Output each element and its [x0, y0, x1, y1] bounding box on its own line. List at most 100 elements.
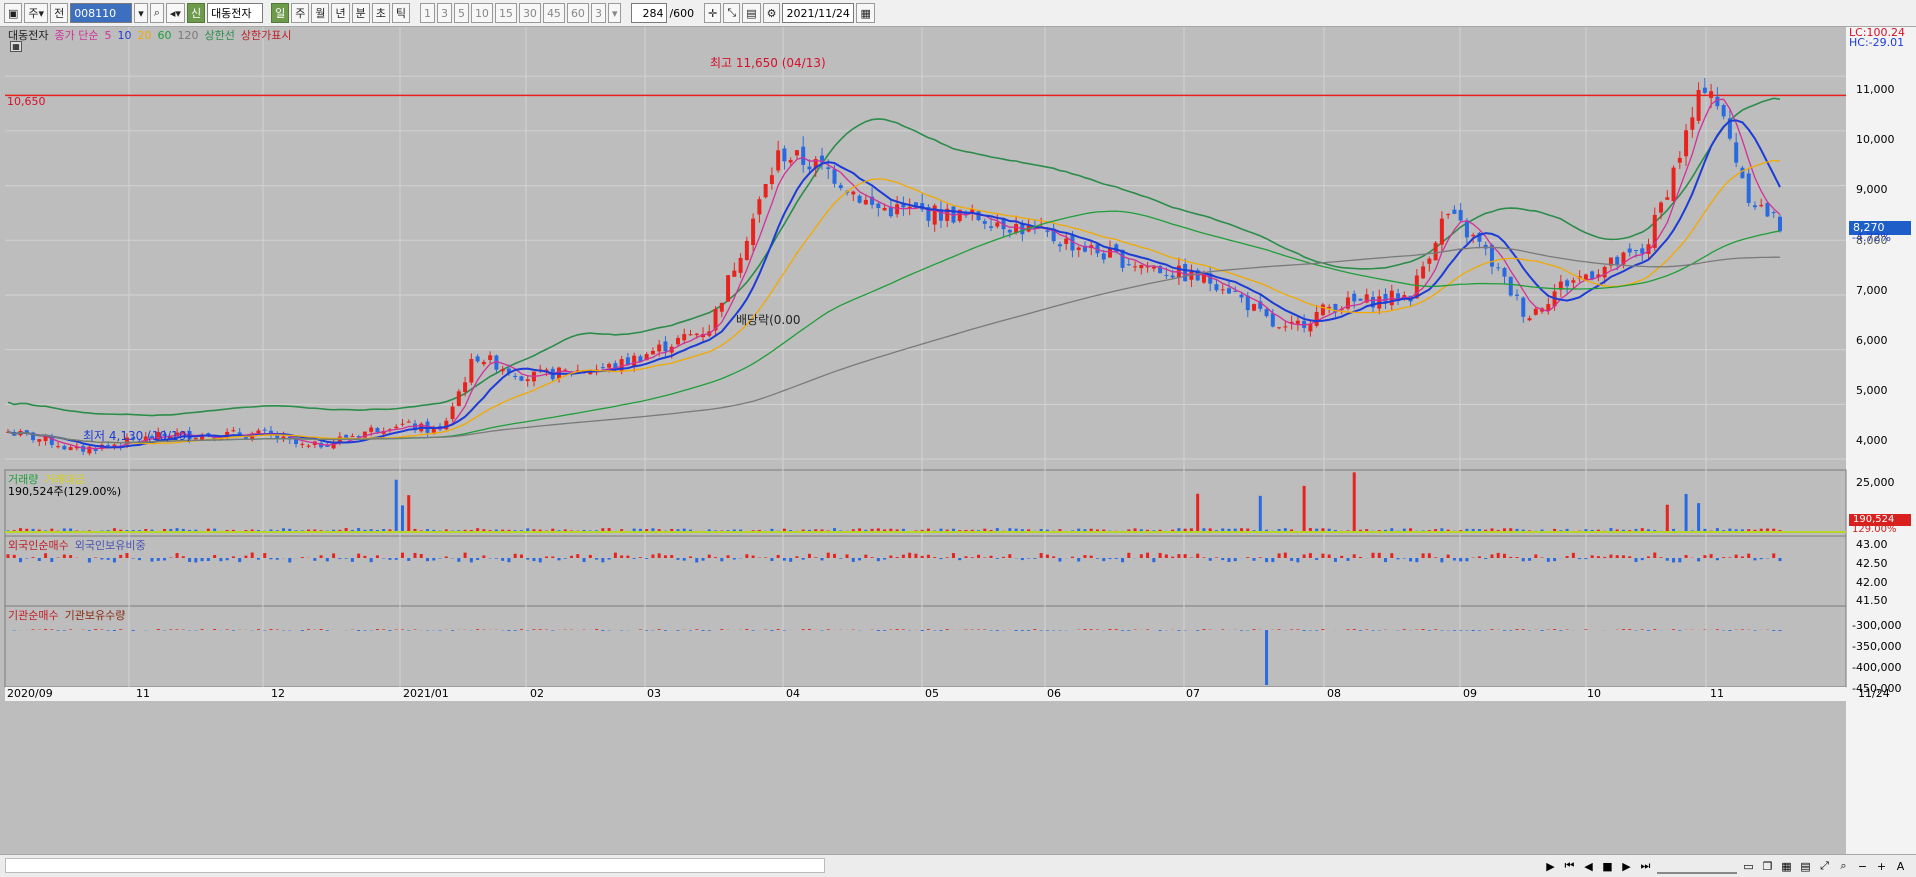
- candle-body: [757, 199, 762, 215]
- tab-period-day[interactable]: 일: [271, 3, 290, 23]
- sound-icon[interactable]: ◂▾: [165, 3, 185, 23]
- period-unit-select[interactable]: 주 ▾: [24, 3, 49, 23]
- interval-5[interactable]: 5: [453, 3, 469, 23]
- next-page-icon[interactable]: ▶: [1619, 859, 1634, 874]
- zoom-icon[interactable]: ⌕: [1836, 859, 1851, 874]
- foreign-bar: [851, 558, 855, 562]
- inst-bar: [382, 629, 386, 630]
- foreign-bar: [538, 558, 542, 563]
- horizontal-scrollbar[interactable]: [5, 858, 825, 873]
- foreign-bar: [557, 558, 561, 561]
- code-dropdown-icon[interactable]: ▾: [134, 3, 148, 23]
- tile-icon[interactable]: ▤: [1798, 859, 1813, 874]
- foreign-bar: [194, 558, 198, 563]
- zoom-out-icon[interactable]: −: [1855, 859, 1870, 874]
- interval-custom[interactable]: 3: [590, 3, 606, 23]
- candle-body: [469, 358, 474, 383]
- stock-name-field[interactable]: 대동전자: [207, 3, 264, 23]
- foreign-bar: [50, 558, 54, 562]
- foreign-bar: [1102, 558, 1106, 562]
- layout-icon[interactable]: ▣: [4, 3, 23, 23]
- window-icon[interactable]: ▭: [1741, 859, 1756, 874]
- foreign-bar: [595, 558, 599, 560]
- tab-period-year[interactable]: 년: [331, 3, 350, 23]
- inst-bar: [1265, 630, 1269, 685]
- foreign-bar: [494, 558, 498, 559]
- legend-upper-limit: 상한가표시: [240, 29, 292, 42]
- foreign-bar: [908, 552, 912, 558]
- interval-30[interactable]: 30: [518, 3, 541, 23]
- expand-icon[interactable]: ⤢: [1817, 859, 1832, 874]
- interval-15[interactable]: 15: [494, 3, 517, 23]
- copy-icon[interactable]: ❐: [1760, 859, 1775, 874]
- calendar-icon[interactable]: ▦: [856, 3, 875, 23]
- chart-area[interactable]: 대동전자 종가 단순 5 10 20 60 120 상한선 상한가표시 ▦ LC…: [0, 27, 1916, 854]
- stop-icon[interactable]: ■: [1600, 859, 1615, 874]
- inst-bar: [200, 629, 204, 630]
- foreign-bar: [682, 558, 686, 561]
- foreign-bar: [570, 555, 574, 558]
- foreign-bar: [1283, 552, 1287, 558]
- foreign-bar: [319, 555, 323, 558]
- grid-toggle-icon[interactable]: ▦: [10, 41, 22, 52]
- foreign-bar: [1678, 558, 1682, 563]
- count-input[interactable]: 284: [631, 3, 668, 23]
- view-mode-button[interactable]: 전: [50, 3, 69, 23]
- candle-body: [788, 160, 793, 163]
- x-axis-right-label: 11/24: [1858, 687, 1890, 700]
- settings-icon[interactable]: ⚙: [762, 3, 781, 23]
- inst-bar: [1490, 629, 1494, 630]
- crosshair-icon[interactable]: ✛: [704, 3, 722, 23]
- foreign-bar: [1427, 553, 1431, 558]
- foreign-bar: [156, 558, 160, 561]
- prev-page-icon[interactable]: ◀: [1581, 859, 1596, 874]
- foreign-bar: [400, 552, 404, 558]
- inst-bar: [1039, 630, 1043, 631]
- interval-1[interactable]: 1: [419, 3, 435, 23]
- inst-legend: 기관순매수 기관보유수량: [8, 607, 125, 623]
- draw-tool-icon[interactable]: ⤡: [723, 3, 741, 23]
- foreign-bar: [1421, 553, 1425, 558]
- inst-bar: [895, 629, 899, 630]
- candle-body: [450, 406, 455, 420]
- foreign-bar: [1045, 554, 1049, 558]
- date-input[interactable]: 2021/11/24: [782, 3, 855, 23]
- interval-45[interactable]: 45: [542, 3, 565, 23]
- first-page-icon[interactable]: ⏮: [1562, 859, 1577, 874]
- stock-code-input[interactable]: 008110: [70, 3, 133, 23]
- font-size-icon[interactable]: A: [1893, 859, 1908, 874]
- foreign-bar: [770, 558, 774, 562]
- candle-body: [851, 191, 856, 195]
- tab-period-second[interactable]: 초: [371, 3, 390, 23]
- candle-body: [68, 447, 73, 451]
- inst-bar: [507, 630, 511, 631]
- foreign-bar: [995, 558, 999, 559]
- candle-body: [1752, 205, 1757, 208]
- layout-icon[interactable]: ▦: [1779, 859, 1794, 874]
- foreign-bar: [1265, 558, 1269, 563]
- search-icon[interactable]: ⌕: [149, 3, 164, 23]
- candle-body: [1671, 167, 1676, 201]
- candle-body: [1715, 96, 1720, 107]
- tab-period-minute[interactable]: 분: [351, 3, 370, 23]
- save-icon[interactable]: ▤: [742, 3, 761, 23]
- zoom-bar-icon[interactable]: [1657, 859, 1737, 874]
- scroll-right-icon[interactable]: ▶: [1543, 859, 1558, 874]
- foreign-y-tick: 42.00: [1856, 576, 1888, 589]
- inst-bar: [701, 630, 705, 631]
- zoom-in-icon[interactable]: +: [1874, 859, 1889, 874]
- foreign-bar: [513, 553, 517, 558]
- interval-10[interactable]: 10: [470, 3, 493, 23]
- candle-body: [732, 270, 737, 277]
- tab-period-tick[interactable]: 틱: [391, 3, 410, 23]
- interval-3[interactable]: 3: [436, 3, 452, 23]
- tab-period-week[interactable]: 주: [291, 3, 310, 23]
- inst-bar: [300, 630, 304, 631]
- price-chart[interactable]: [0, 27, 1916, 854]
- last-page-icon[interactable]: ⏭: [1638, 859, 1653, 874]
- interval-60[interactable]: 60: [566, 3, 589, 23]
- foreign-bar: [1158, 552, 1162, 558]
- tab-period-month[interactable]: 월: [311, 3, 330, 23]
- interval-dropdown-icon[interactable]: ▾: [607, 3, 622, 23]
- foreign-bar: [200, 558, 204, 562]
